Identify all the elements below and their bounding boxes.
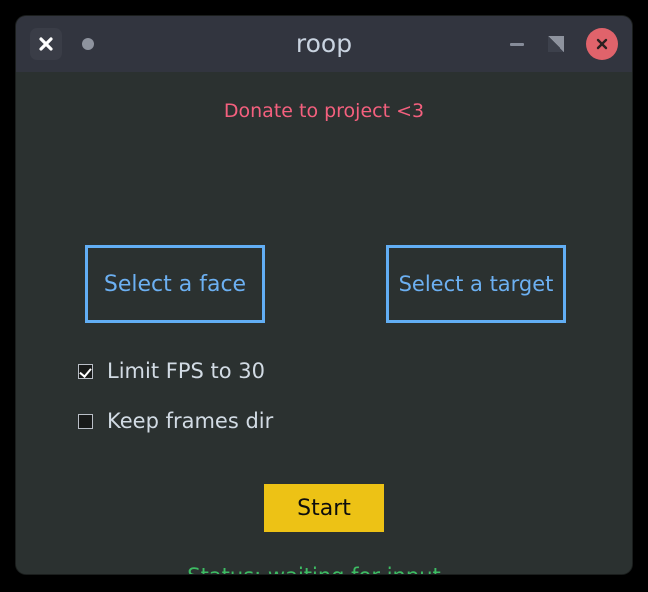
start-button[interactable]: Start <box>264 484 384 532</box>
keep-frames-checkbox-row[interactable]: Keep frames dir <box>78 409 273 433</box>
select-target-label: Select a target <box>398 272 554 296</box>
keep-frames-label: Keep frames dir <box>107 409 274 433</box>
close-x-glyph <box>596 38 608 50</box>
x-glyph <box>39 37 53 51</box>
donate-link[interactable]: Donate to project <3 <box>16 100 632 122</box>
minimize-icon[interactable] <box>508 35 526 53</box>
window-content: Donate to project <3 Select a face Selec… <box>16 72 632 574</box>
select-face-label: Select a face <box>103 271 247 297</box>
limit-fps-checkbox[interactable] <box>78 363 93 379</box>
roop-application-window: roop Donate to project <3 Select a face <box>16 16 632 574</box>
close-x-icon[interactable] <box>30 28 62 60</box>
titlebar-window-controls <box>508 16 618 72</box>
dot-icon[interactable] <box>82 38 94 50</box>
select-target-button[interactable]: Select a target <box>386 245 566 323</box>
status-text: Status: waiting for input... <box>16 564 632 574</box>
select-face-button[interactable]: Select a face <box>85 245 265 323</box>
close-circle-icon[interactable] <box>586 28 618 60</box>
titlebar-left-controls <box>16 28 94 60</box>
maximize-restore-icon[interactable] <box>548 36 564 52</box>
desktop-background: roop Donate to project <3 Select a face <box>0 0 648 592</box>
limit-fps-label: Limit FPS to 30 <box>107 359 265 383</box>
keep-frames-checkbox[interactable] <box>78 413 93 429</box>
window-titlebar[interactable]: roop <box>16 16 632 72</box>
minimize-bar <box>510 42 524 46</box>
limit-fps-checkbox-row[interactable]: Limit FPS to 30 <box>78 359 265 383</box>
